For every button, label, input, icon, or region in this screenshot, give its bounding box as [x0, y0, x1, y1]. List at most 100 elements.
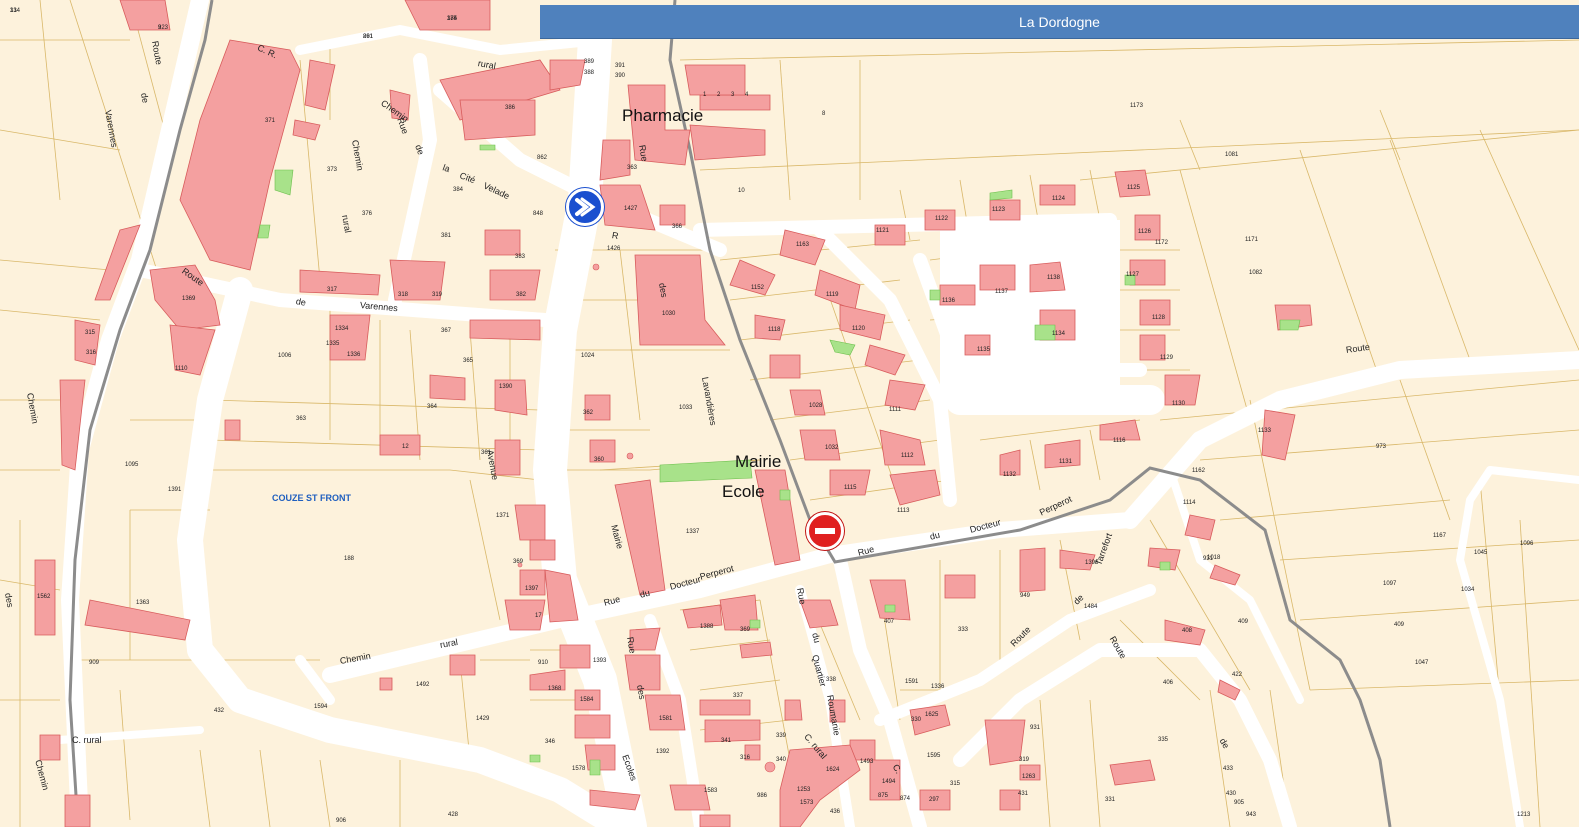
parcel-number: 1047 — [1415, 660, 1429, 666]
river-label: La Dordogne — [1019, 13, 1100, 30]
parcel-number: 1363 — [136, 600, 150, 606]
parcel-number: 1115 — [844, 485, 857, 491]
parcel-number: 1125 — [1127, 185, 1140, 191]
parcel-number: 1492 — [416, 682, 430, 688]
parcel-number: 373 — [327, 167, 338, 173]
parcel-number: 291 — [363, 34, 374, 40]
parcel-number: 409 — [1394, 622, 1405, 628]
parcel-number: 875 — [878, 793, 889, 799]
parcel-number: 1368 — [548, 686, 562, 692]
parcel-number: 1118 — [768, 327, 781, 333]
parcel-number: 1426 — [607, 246, 621, 252]
parcel-number: 365 — [463, 358, 474, 364]
parcel-number: 1396 — [1085, 560, 1099, 566]
pharmacie-label[interactable]: Pharmacie — [622, 106, 703, 126]
parcel-number: 1625 — [925, 712, 939, 718]
parcel-number: 1028 — [809, 403, 823, 409]
parcel-number: 1120 — [852, 326, 865, 332]
parcel-number: 1081 — [1225, 152, 1239, 158]
parcel-number: 1134 — [1052, 331, 1065, 337]
parcel-number: 1390 — [499, 384, 513, 390]
parcel-number: 316 — [86, 350, 97, 356]
parcel-number: 1388 — [700, 624, 714, 630]
parcel-number: 1163 — [796, 242, 809, 248]
map-base-layer — [0, 0, 1579, 827]
parcel-number: 906 — [336, 818, 347, 824]
parcel-number: 1397 — [525, 586, 539, 592]
parcel-number: 1097 — [1383, 581, 1397, 587]
parcel-number: 986 — [757, 793, 768, 799]
parcel-number: 1024 — [581, 353, 595, 359]
ecole-label[interactable]: Ecole — [722, 482, 765, 502]
parcel-number: 17 — [535, 613, 542, 619]
parcel-number: 1429 — [476, 716, 490, 722]
mairie-label[interactable]: Mairie — [735, 452, 781, 472]
parcel-number: 386 — [505, 105, 516, 111]
parcel-number: 1132 — [1003, 472, 1016, 478]
parcel-number: 1595 — [927, 753, 941, 759]
parcel-number: 363 — [627, 165, 638, 171]
parcel-number: 188 — [344, 556, 355, 562]
parcel-number: 335 — [1158, 737, 1169, 743]
parcel-number: 408 — [1182, 628, 1193, 634]
parcel-number: 1337 — [686, 529, 700, 535]
parcel-number: 1371 — [496, 513, 510, 519]
parcel-number: 1130 — [1172, 401, 1185, 407]
parcel-number: 931 — [1030, 725, 1041, 731]
parcel-number: 1583 — [704, 788, 718, 794]
parcel-number: 1131 — [1059, 459, 1072, 465]
parcel-number: 10 — [738, 188, 745, 194]
parcel-number: 905 — [1234, 800, 1245, 806]
parcel-number: 1152 — [751, 285, 764, 291]
parcel-number: 346 — [545, 739, 556, 745]
parcel-number: 1584 — [580, 697, 594, 703]
parcel-number: 1573 — [800, 800, 814, 806]
parcel-number: 1137 — [995, 289, 1008, 295]
parcel-number: 315 — [950, 781, 961, 787]
parcel-number: 382 — [516, 292, 527, 298]
parcel-number: 910 — [538, 660, 549, 666]
parcel-number: 383 — [515, 254, 526, 260]
parcel-number: 316 — [740, 755, 751, 761]
parcel-number: 384 — [453, 187, 464, 193]
parcel-number: 848 — [533, 211, 544, 217]
parcel-number: 1116 — [1113, 438, 1126, 444]
no-entry-sign-icon[interactable] — [806, 512, 844, 550]
parcel-number: 3 — [731, 92, 735, 98]
parcel-number: 973 — [1376, 444, 1387, 450]
parcel-number: 369 — [513, 559, 524, 565]
parcel-number: 1562 — [37, 594, 51, 600]
parcel-number: 433 — [1223, 766, 1234, 772]
parcel-number: 1336 — [931, 684, 945, 690]
parcel-number: 362 — [583, 410, 594, 416]
parcel-number: 360 — [594, 457, 605, 463]
parcel-number: 874 — [900, 796, 911, 802]
parcel-number: 323 — [158, 25, 169, 31]
parcel-number: 315 — [85, 330, 96, 336]
parcel-number: 4 — [745, 92, 749, 98]
parcel-number: 909 — [89, 660, 100, 666]
parcel-number: 1335 — [326, 341, 340, 347]
parcel-number: 1129 — [1160, 355, 1173, 361]
parcel-number: 1369 — [182, 296, 196, 302]
parcel-number: 1213 — [1517, 812, 1531, 818]
parcel-number: 1111 — [889, 407, 902, 413]
parcel-number: 428 — [448, 812, 459, 818]
parcel-number: 1122 — [935, 216, 948, 222]
parcel-number: 1393 — [593, 658, 607, 664]
parcel-number: 1124 — [1052, 196, 1065, 202]
parcel-number: 317 — [327, 287, 338, 293]
parcel-number: 1 — [703, 92, 707, 98]
road-label: de — [139, 92, 151, 104]
cadastral-map[interactable]: La Dordogne Pharmacie Mairie Ecole COUZE… — [0, 0, 1579, 827]
parcel-number: 1030 — [662, 311, 676, 317]
parcel-number: 1427 — [624, 206, 638, 212]
parcel-number: 1171 — [1245, 237, 1258, 243]
parcel-number: 406 — [1163, 680, 1174, 686]
parcel-number: 407 — [884, 619, 895, 625]
direction-arrow-sign-icon[interactable] — [566, 188, 604, 226]
parcel-number: 330 — [911, 717, 922, 723]
parcel-number: 8 — [822, 111, 826, 117]
parcel-number: 1391 — [168, 487, 182, 493]
parcel-number: 1591 — [905, 679, 919, 685]
